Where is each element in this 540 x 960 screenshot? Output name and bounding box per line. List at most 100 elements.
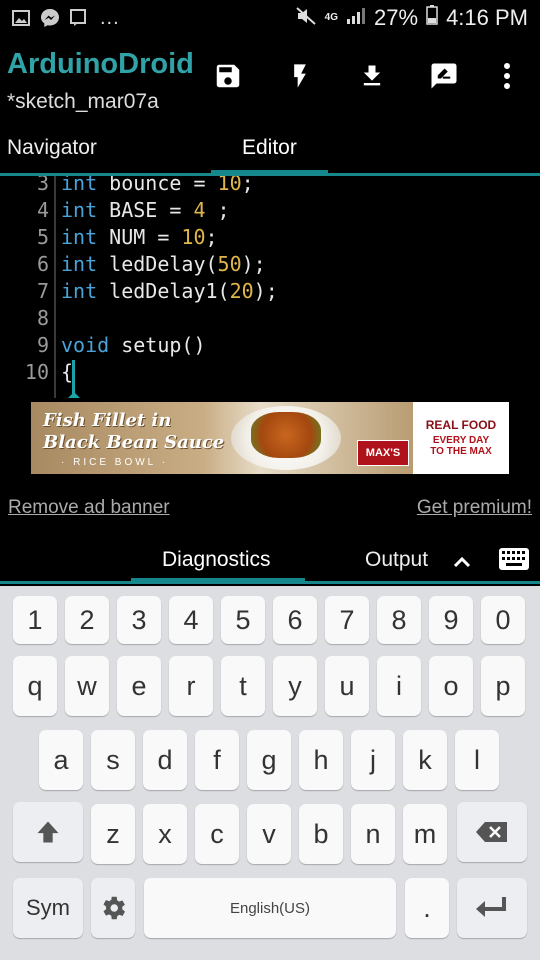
- code-token: NUM =: [97, 225, 182, 249]
- key-6[interactable]: 6: [273, 596, 317, 644]
- line-number: 8: [36, 306, 49, 330]
- key-m[interactable]: m: [403, 804, 447, 864]
- tab-navigator[interactable]: Navigator: [7, 136, 97, 160]
- remove-ad-link[interactable]: Remove ad banner: [8, 497, 170, 519]
- key-j[interactable]: j: [351, 730, 395, 790]
- key-l[interactable]: l: [455, 730, 499, 790]
- code-line: 6 int ledDelay(50);: [0, 252, 540, 279]
- upload-button[interactable]: [280, 56, 320, 96]
- key-n[interactable]: n: [351, 804, 395, 864]
- period-key[interactable]: .: [405, 878, 449, 938]
- key-o[interactable]: o: [429, 656, 473, 716]
- clock: 4:16 PM: [446, 5, 528, 30]
- code-number: 20: [229, 279, 254, 303]
- get-premium-link[interactable]: Get premium!: [417, 497, 532, 519]
- overflow-menu-button[interactable]: [487, 56, 527, 96]
- line-number: 7: [36, 279, 49, 303]
- code-token: ledDelay(: [97, 252, 218, 276]
- key-v[interactable]: v: [247, 804, 291, 864]
- key-f[interactable]: f: [195, 730, 239, 790]
- status-bar: ... 4G 27% 4:16 PM: [0, 0, 540, 36]
- code-number: 10: [217, 176, 242, 195]
- line-number: 9: [36, 333, 49, 357]
- code-line: 5 int NUM = 10;: [0, 225, 540, 252]
- flash-icon: [294, 64, 306, 88]
- key-x[interactable]: x: [143, 804, 187, 864]
- enter-key[interactable]: [457, 878, 527, 938]
- key-7[interactable]: 7: [325, 596, 369, 644]
- code-text: int NUM = 10;: [61, 225, 218, 249]
- key-y[interactable]: y: [273, 656, 317, 716]
- key-a[interactable]: a: [39, 730, 83, 790]
- soft-keyboard: 1234567890 qwertyuiop asdfghjkl zxcvbnm …: [0, 586, 540, 960]
- key-t[interactable]: t: [221, 656, 265, 716]
- code-keyword: int: [61, 252, 98, 276]
- key-r[interactable]: r: [169, 656, 213, 716]
- ad-banner[interactable]: Fish Fillet in Black Bean Sauce · RICE B…: [31, 402, 509, 474]
- key-e[interactable]: e: [117, 656, 161, 716]
- code-token: setup(): [109, 333, 206, 357]
- backspace-key[interactable]: [457, 802, 527, 862]
- ad-slogan: REAL FOOD EVERY DAY TO THE MAX: [413, 402, 509, 474]
- keyboard-icon[interactable]: [499, 548, 529, 570]
- code-token: BASE =: [97, 198, 194, 222]
- chevron-up-icon[interactable]: [450, 550, 474, 574]
- ad-slogan-3: TO THE MAX: [430, 445, 492, 457]
- code-keyword: int: [61, 279, 98, 303]
- tab-diagnostics[interactable]: Diagnostics: [162, 548, 271, 572]
- key-b[interactable]: b: [299, 804, 343, 864]
- edit-icon: [431, 63, 457, 89]
- key-g[interactable]: g: [247, 730, 291, 790]
- key-1[interactable]: 1: [13, 596, 57, 644]
- key-u[interactable]: u: [325, 656, 369, 716]
- sym-key[interactable]: Sym: [13, 878, 83, 938]
- code-text: int ledDelay(50);: [61, 252, 266, 276]
- code-text: int ledDelay1(20);: [61, 279, 278, 303]
- shift-icon: [37, 821, 59, 843]
- shift-key[interactable]: [13, 802, 83, 862]
- key-d[interactable]: d: [143, 730, 187, 790]
- code-number: 4: [193, 198, 206, 222]
- more-vert-icon: [504, 63, 510, 89]
- code-text: void setup(): [61, 333, 206, 357]
- key-k[interactable]: k: [403, 730, 447, 790]
- app-title: ArduinoDroid: [7, 48, 194, 80]
- key-2[interactable]: 2: [65, 596, 109, 644]
- code-text: int BASE = 4 ;: [61, 198, 230, 222]
- key-9[interactable]: 9: [429, 596, 473, 644]
- key-p[interactable]: p: [481, 656, 525, 716]
- key-w[interactable]: w: [65, 656, 109, 716]
- key-8[interactable]: 8: [377, 596, 421, 644]
- code-keyword: void: [61, 333, 110, 357]
- key-h[interactable]: h: [299, 730, 343, 790]
- key-i[interactable]: i: [377, 656, 421, 716]
- code-token: bounce =: [97, 176, 218, 195]
- edit-button[interactable]: [424, 56, 464, 96]
- save-button[interactable]: [208, 56, 248, 96]
- main-tabs: Navigator Editor: [0, 124, 540, 176]
- key-5[interactable]: 5: [221, 596, 265, 644]
- key-z[interactable]: z: [91, 804, 135, 864]
- ad-headline-2: Black Bean Sauce: [43, 432, 225, 453]
- settings-key[interactable]: [91, 878, 135, 938]
- key-c[interactable]: c: [195, 804, 239, 864]
- code-line: 10{: [0, 360, 540, 387]
- key-s[interactable]: s: [91, 730, 135, 790]
- code-editor[interactable]: 3 int bounce = 10; 4 int BASE = 4 ; 5 int NUM…: [0, 176, 540, 398]
- key-q[interactable]: q: [13, 656, 57, 716]
- tab-editor[interactable]: Editor: [242, 136, 297, 160]
- code-line: 7 int ledDelay1(20);: [0, 279, 540, 306]
- key-4[interactable]: 4: [169, 596, 213, 644]
- download-icon: [363, 65, 381, 86]
- ad-tagline: · RICE BOWL ·: [61, 457, 168, 468]
- download-button[interactable]: [352, 56, 392, 96]
- cursor-handle-icon[interactable]: [58, 386, 90, 398]
- tab-output[interactable]: Output: [365, 548, 428, 572]
- line-number: 3: [36, 176, 49, 195]
- code-line: 9 void setup(): [0, 333, 540, 360]
- line-number: 10: [24, 360, 49, 384]
- key-3[interactable]: 3: [117, 596, 161, 644]
- key-0[interactable]: 0: [481, 596, 525, 644]
- signal-icon: [346, 5, 366, 31]
- space-key[interactable]: English(US): [144, 878, 396, 938]
